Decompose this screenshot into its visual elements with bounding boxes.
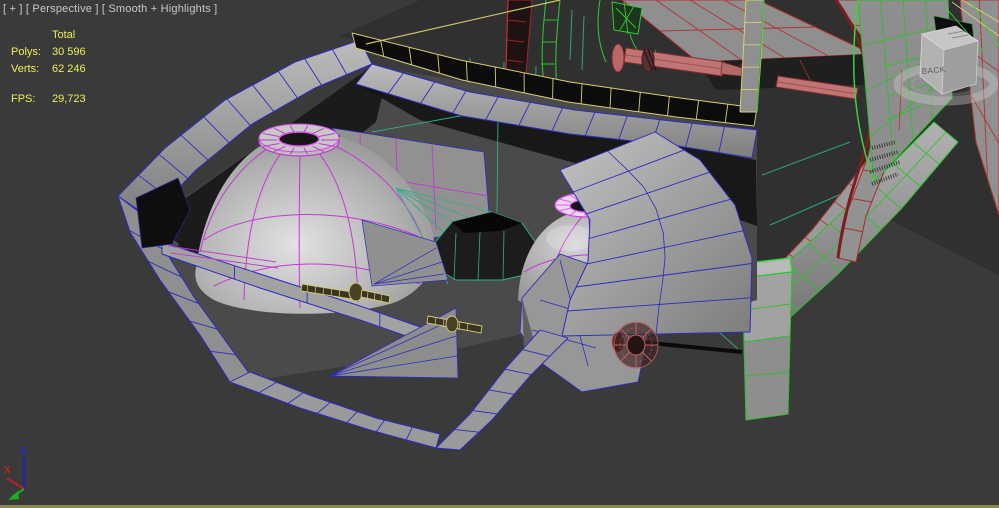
x-axis-label: X (4, 465, 11, 476)
stats-verts-label: Verts: (11, 63, 40, 75)
stats-header: Total (52, 29, 76, 41)
viewport-canvas[interactable]: BACK Z X (0, 0, 999, 508)
viewport-label[interactable]: [ + ] [ Perspective ] [ Smooth + Highlig… (3, 3, 217, 16)
z-axis-label: Z (20, 446, 26, 457)
stats-fps-label: FPS: (11, 93, 36, 105)
viewport-3d[interactable]: BACK Z X [ + ] [ Perspective ] [ Smooth … (0, 0, 999, 508)
stats-fps-value: 29,723 (52, 93, 86, 105)
stats-polys-value: 30 596 (52, 46, 86, 58)
stats-polys-label: Polys: (11, 46, 41, 58)
stats-verts-value: 62 246 (52, 63, 86, 75)
